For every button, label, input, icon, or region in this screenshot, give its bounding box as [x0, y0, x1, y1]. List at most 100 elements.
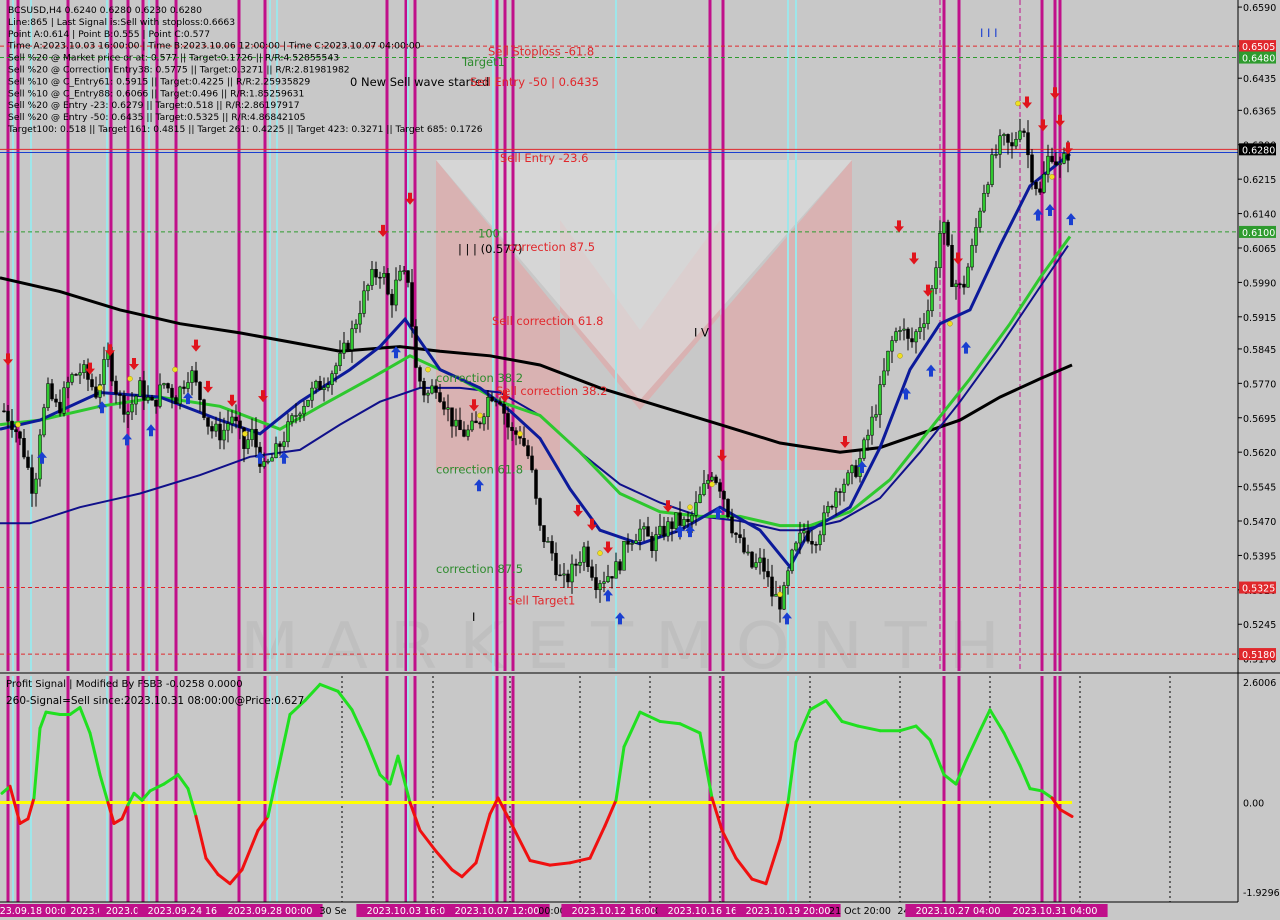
- candle-body: [394, 279, 398, 306]
- candle-body: [702, 483, 706, 495]
- candle-body: [310, 387, 314, 401]
- signal-segment: [194, 814, 208, 860]
- candle-body: [514, 430, 518, 435]
- signal-segment: [914, 724, 932, 742]
- candle-body: [358, 313, 362, 325]
- candle-body: [302, 406, 306, 415]
- candle-body: [470, 420, 474, 431]
- candle-body: [678, 512, 682, 527]
- candle-body: [478, 422, 482, 425]
- candle-body: [238, 420, 242, 429]
- signal-marker: [597, 550, 603, 556]
- time-axis[interactable]: 2023.09.18 00:002023.092023.09.22023.09.…: [0, 901, 1280, 920]
- candle-body: [698, 494, 702, 503]
- candle-body: [950, 244, 954, 287]
- candle-body: [334, 365, 338, 374]
- candle-body: [178, 386, 182, 405]
- candle-body: [242, 427, 246, 449]
- price-panel[interactable]: M A R K E T M O N T H Sell Stoploss -61.…: [0, 0, 1238, 684]
- candle-body: [2, 410, 6, 413]
- signal-segment: [603, 798, 618, 828]
- candle-body: [922, 323, 926, 328]
- signal-segment: [588, 824, 607, 860]
- candle-body: [502, 403, 506, 414]
- candle-body: [790, 549, 794, 572]
- signal-segment: [824, 699, 844, 723]
- candle-body: [162, 383, 166, 386]
- candle-body: [198, 381, 202, 400]
- chart-annotation: 100: [478, 226, 500, 240]
- candle-body: [814, 543, 818, 546]
- candle-body: [122, 395, 126, 415]
- signal-segment: [474, 812, 492, 865]
- y-tick-label: 0.6140: [1243, 210, 1276, 221]
- candle-body: [986, 184, 990, 194]
- price-tag-label: 0.5180: [1242, 650, 1275, 661]
- candle-body: [50, 383, 54, 400]
- signal-segment: [658, 719, 682, 726]
- info-line: Point A:0.614 | Point B:0.555 | Point C:…: [8, 29, 210, 40]
- candle-body: [486, 397, 490, 417]
- signal-marker: [947, 320, 953, 327]
- candle-body: [894, 331, 898, 341]
- candle-body: [682, 519, 686, 527]
- candle-body: [618, 561, 622, 571]
- candle-body: [126, 411, 130, 415]
- candle-body: [254, 428, 258, 448]
- candle-body: [30, 467, 34, 494]
- chart-annotation: correction 87.5: [436, 562, 523, 576]
- signal-segment: [350, 708, 368, 742]
- price-axis[interactable]: 0.65900.65050.64350.63650.62900.62150.61…: [1238, 3, 1280, 899]
- candle-body: [10, 420, 14, 430]
- candle-body: [286, 421, 290, 443]
- signal-marker: [897, 353, 903, 359]
- candle-body: [1026, 132, 1030, 156]
- candle-body: [186, 382, 190, 389]
- candle-body: [742, 537, 746, 553]
- signal-segment: [274, 712, 292, 781]
- candle-body: [890, 340, 894, 352]
- chart-annotation: Sell Entry -23.6: [500, 151, 588, 165]
- candle-body: [758, 557, 762, 563]
- signal-segment: [614, 745, 626, 802]
- candle-body: [346, 342, 350, 350]
- candle-body: [446, 407, 450, 410]
- chart-annotation: I I I: [980, 26, 998, 40]
- signal-segment: [32, 726, 42, 800]
- candle-body: [390, 293, 394, 306]
- candle-body: [14, 429, 18, 433]
- x-tick-label: 21 Oct 20:00: [829, 906, 891, 917]
- candle-body: [690, 515, 694, 523]
- signal-marker: [127, 376, 133, 382]
- signal-segment: [176, 773, 190, 791]
- candle-body: [402, 270, 406, 272]
- candle-body: [414, 326, 418, 368]
- candle-body: [734, 532, 738, 535]
- candle-body: [866, 434, 870, 441]
- candle-body: [554, 552, 558, 576]
- candle-body: [1046, 155, 1050, 175]
- candle-body: [338, 353, 342, 367]
- candle-body: [214, 423, 218, 432]
- candle-body: [330, 373, 334, 386]
- candle-body: [1034, 181, 1038, 190]
- chart-annotation: Sell correction 38.2: [496, 384, 607, 398]
- candle-body: [234, 416, 238, 422]
- candle-body: [726, 498, 730, 518]
- candle-body: [246, 439, 250, 449]
- trading-chart[interactable]: M A R K E T M O N T H Sell Stoploss -61.…: [0, 0, 1280, 920]
- signal-segment: [808, 699, 828, 712]
- candle-body: [454, 419, 458, 427]
- signal-segment: [418, 828, 438, 853]
- candle-body: [610, 576, 614, 579]
- signal-segment: [44, 710, 62, 716]
- candle-body: [270, 457, 274, 462]
- candle-body: [754, 562, 758, 568]
- candle-body: [606, 576, 610, 583]
- candle-body: [6, 410, 10, 422]
- signal-marker: [1049, 174, 1055, 180]
- candle-body: [902, 328, 906, 331]
- candle-body: [26, 456, 30, 468]
- candle-body: [142, 380, 146, 401]
- indicator-panel[interactable]: Profit Signal | Modified By FSB3 -0.0258…: [0, 676, 1171, 902]
